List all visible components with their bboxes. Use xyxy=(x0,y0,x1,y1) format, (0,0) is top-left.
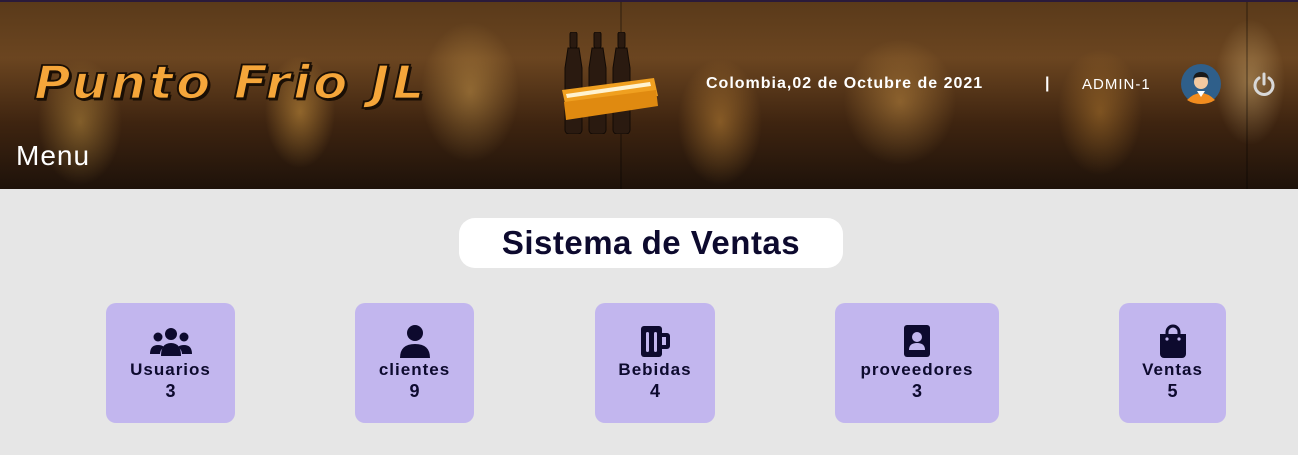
card-count: 9 xyxy=(409,381,420,401)
date-text: Colombia,02 de Octubre de 2021 xyxy=(706,75,984,92)
power-icon[interactable] xyxy=(1251,72,1277,98)
card-clientes[interactable]: clientes 9 xyxy=(355,303,474,423)
card-label: Bebidas xyxy=(618,360,692,379)
card-label: clientes xyxy=(378,360,451,379)
card-count: 3 xyxy=(911,381,922,401)
card-label: Usuarios xyxy=(130,360,211,379)
menu-toggle[interactable]: Menu xyxy=(16,140,90,172)
header-banner: Punto Frio JL Menu Colombia,02 de Octubr… xyxy=(0,0,1298,189)
beer-mug-icon xyxy=(641,326,670,357)
card-proveedores[interactable]: proveedores 3 xyxy=(835,303,999,423)
brand-title[interactable]: Punto Frio JL xyxy=(33,55,427,110)
card-count: 5 xyxy=(1167,381,1178,401)
card-count: 3 xyxy=(165,381,176,401)
card-count: 4 xyxy=(649,381,660,401)
card-label: proveedores xyxy=(860,360,974,379)
user-icon xyxy=(399,325,430,358)
card-label: Ventas xyxy=(1142,360,1203,379)
users-icon xyxy=(149,328,192,356)
shopping-bag-icon xyxy=(1159,324,1186,358)
separator: | xyxy=(1045,75,1050,92)
card-bebidas[interactable]: Bebidas 4 xyxy=(595,303,715,423)
card-usuarios[interactable]: Usuarios 3 xyxy=(106,303,235,423)
user-avatar-icon[interactable] xyxy=(1181,64,1221,104)
username[interactable]: ADMIN-1 xyxy=(1082,76,1151,93)
beer-bottles-logo xyxy=(562,32,658,134)
page-title: Sistema de Ventas xyxy=(501,224,801,261)
card-ventas[interactable]: Ventas 5 xyxy=(1119,303,1226,423)
page-title-pill: Sistema de Ventas xyxy=(459,218,843,268)
contact-card-icon xyxy=(904,325,930,357)
